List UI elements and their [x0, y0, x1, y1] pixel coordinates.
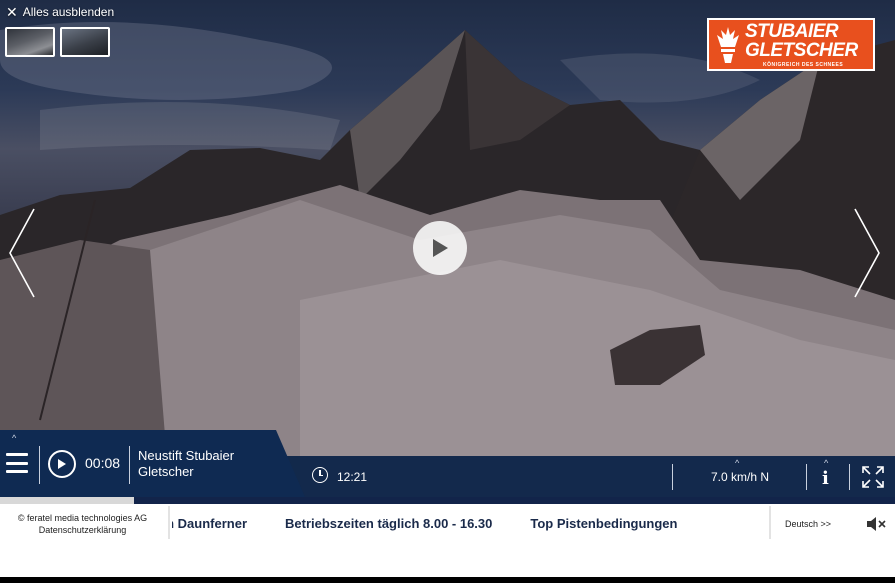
progress-bar[interactable]	[0, 497, 895, 504]
chevron-left-icon[interactable]	[6, 205, 38, 301]
news-ticker: Windach Daunferner Betriebszeiten täglich…	[172, 504, 768, 544]
privacy-link[interactable]: Datenschutzerklärung	[0, 524, 165, 536]
bottom-strip	[0, 577, 895, 583]
webcam-image: ✕ Alles ausblenden STUBAIER GLETSCHER KÖ…	[0, 0, 895, 497]
menu-icon[interactable]	[6, 453, 28, 473]
clock-time: 12:21	[337, 470, 368, 484]
divider	[168, 506, 170, 539]
language-selector[interactable]: Deutsch >>	[785, 519, 831, 529]
logo-tagline: KÖNIGREICH DES SCHNEES	[763, 61, 844, 68]
ticker-item: Betriebszeiten täglich 8.00 - 16.30	[285, 516, 493, 531]
ticker-item: Top Pistenbedingungen	[530, 516, 678, 531]
footer: © feratel media technologies AG Datensch…	[0, 504, 895, 577]
chevron-right-icon[interactable]	[851, 205, 883, 301]
copyright-text: © feratel media technologies AG	[17, 513, 148, 523]
divider	[129, 446, 130, 484]
info-icon[interactable]: i	[822, 468, 829, 489]
camera-thumbnail-1[interactable]	[5, 27, 55, 57]
camera-thumbnail-2[interactable]	[60, 27, 110, 57]
wind-speed: 7.0 km/h N	[711, 470, 770, 484]
close-icon: ✕	[6, 4, 18, 20]
hide-all-button[interactable]: ✕ Alles ausblenden	[6, 5, 114, 19]
divider	[39, 446, 40, 484]
hide-all-label: Alles ausblenden	[22, 5, 115, 19]
clock-icon	[312, 467, 328, 483]
play-button[interactable]	[48, 450, 76, 478]
divider	[672, 464, 673, 490]
crown-icon	[717, 26, 739, 63]
divider	[849, 464, 850, 490]
fullscreen-icon[interactable]	[862, 466, 884, 488]
play-icon	[433, 239, 448, 257]
copyright: © feratel media technologies AG Datensch…	[0, 512, 165, 536]
caret-up-icon[interactable]: ^	[735, 458, 739, 468]
play-icon	[58, 459, 66, 469]
logo-line-2: GLETSCHER	[745, 39, 858, 61]
caret-up-icon[interactable]: ^	[824, 458, 828, 468]
divider	[806, 464, 807, 490]
location-name: Neustift Stubaier Gletscher	[138, 448, 235, 479]
caret-up-icon[interactable]: ^	[12, 433, 16, 443]
camera-thumbnails	[5, 27, 110, 57]
stubaier-gletscher-logo[interactable]: STUBAIER GLETSCHER KÖNIGREICH DES SCHNEE…	[707, 18, 875, 71]
divider	[769, 506, 771, 539]
elapsed-time: 00:08	[85, 455, 121, 471]
progress-fill	[0, 497, 135, 504]
ticker-item: Windach Daunferner	[172, 516, 248, 531]
mute-icon[interactable]	[866, 517, 886, 531]
play-button-center[interactable]	[413, 221, 467, 275]
logo-line-1: STUBAIER	[745, 20, 839, 42]
